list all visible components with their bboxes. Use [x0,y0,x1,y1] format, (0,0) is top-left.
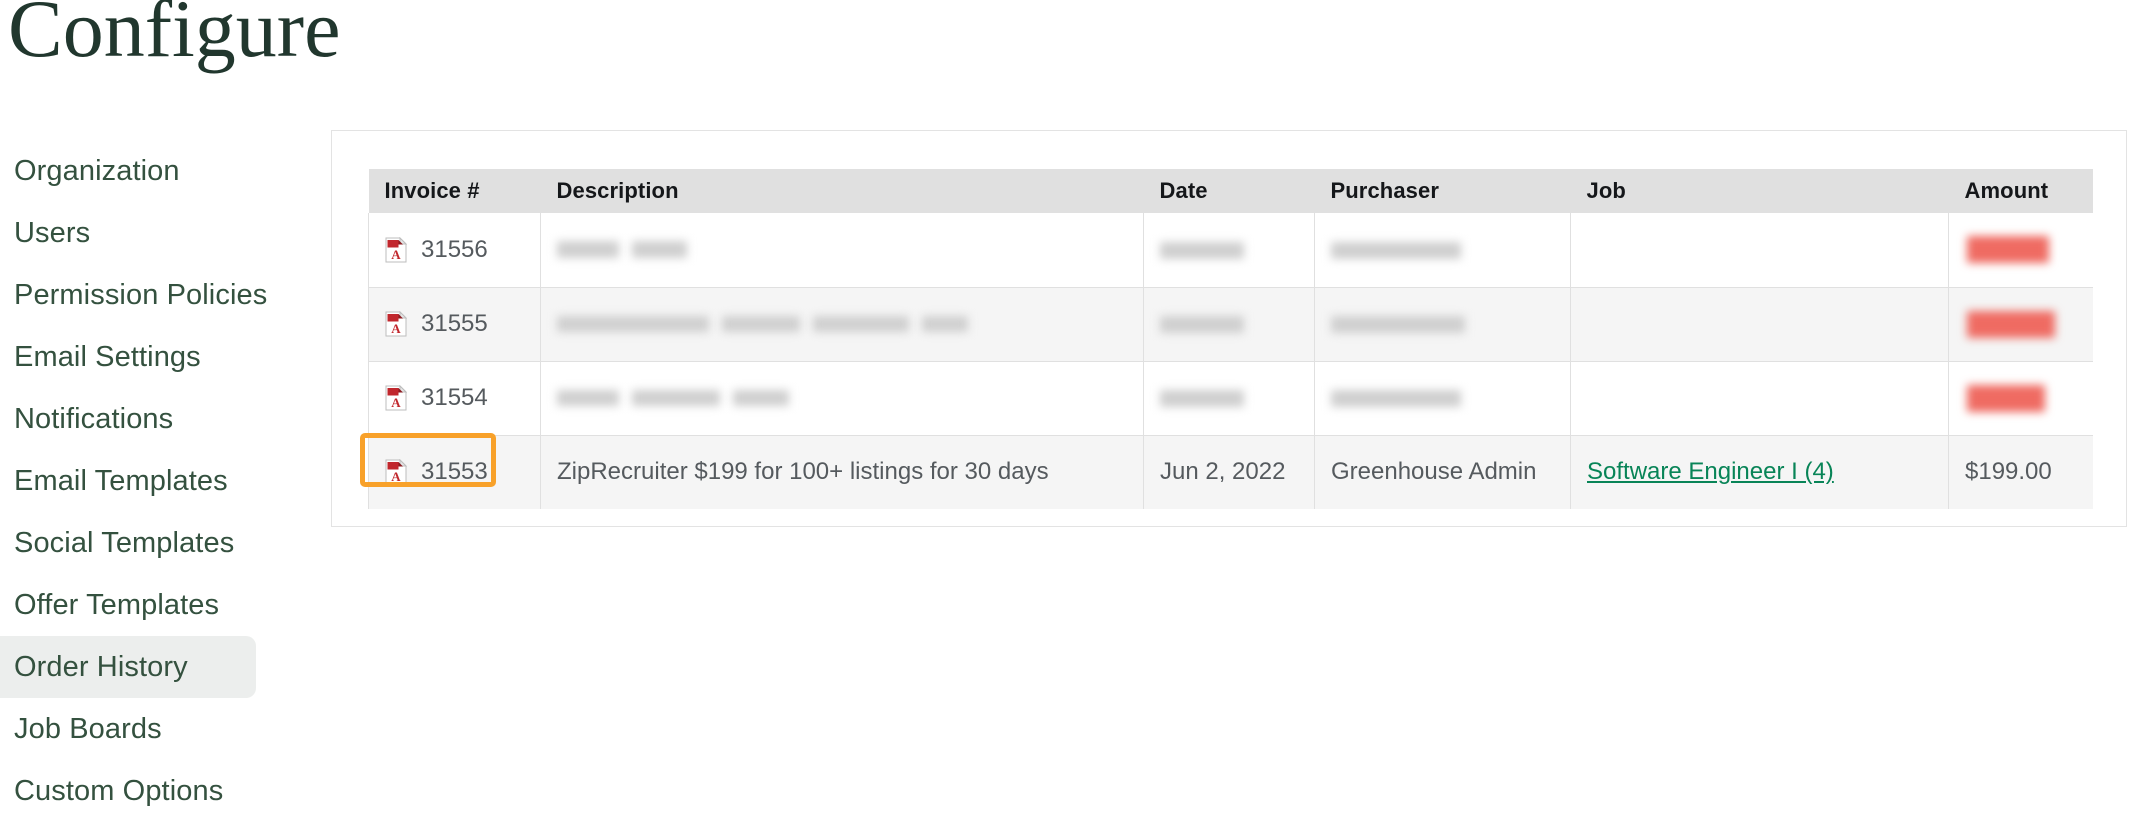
order-history-card: Invoice # Description Date Purchaser Job… [331,130,2127,527]
sidebar-item-permission-policies[interactable]: Permission Policies [0,264,267,326]
invoice-number: 31555 [421,310,488,337]
sidebar-item-label: Users [14,216,91,249]
redacted-purchaser [1331,316,1465,334]
cell-description [540,361,1144,436]
sidebar-item-label: Permission Policies [14,278,268,311]
svg-text:A: A [391,321,401,336]
redacted-date [1160,390,1244,408]
redacted-amount [1967,236,2049,264]
table-row[interactable]: A 31553 ZipRecruiter $199 for 100+ listi… [368,435,2093,509]
svg-text:A: A [391,247,401,262]
cell-invoice[interactable]: A 31556 [368,213,541,288]
sidebar-item-label: Order History [14,650,188,683]
sidebar-item-email-templates[interactable]: Email Templates [0,450,256,512]
sidebar-item-label: Notifications [14,402,174,435]
redacted-amount [1967,384,2045,412]
order-history-table: Invoice # Description Date Purchaser Job… [368,169,2093,509]
table-header-row: Invoice # Description Date Purchaser Job… [368,169,2093,213]
cell-invoice[interactable]: A 31554 [368,361,541,436]
column-header-date: Date [1143,169,1315,213]
redacted-description [557,316,1143,332]
cell-purchaser: Greenhouse Admin [1314,435,1571,509]
column-header-job: Job [1570,169,1949,213]
pdf-icon: A [385,385,407,411]
sidebar-item-label: Social Templates [14,526,235,559]
cell-description: ZipRecruiter $199 for 100+ listings for … [540,435,1144,509]
cell-job [1570,361,1949,436]
sidebar-item-order-history[interactable]: Order History [0,636,256,698]
invoice-number: 31556 [421,235,488,263]
cell-purchaser [1314,361,1571,436]
redacted-date [1160,316,1244,334]
sidebar-item-label: Custom Options [14,774,224,807]
svg-text:A: A [391,469,401,484]
sidebar-item-notifications[interactable]: Notifications [0,388,256,450]
cell-description [540,287,1144,362]
sidebar-nav: Organization Users Permission Policies E… [0,140,267,822]
sidebar-item-organization[interactable]: Organization [0,140,256,202]
cell-job [1570,213,1949,288]
sidebar-item-email-settings[interactable]: Email Settings [0,326,256,388]
cell-amount [1948,287,2093,362]
cell-amount [1948,361,2093,436]
cell-purchaser [1314,287,1571,362]
invoice-number: 31554 [421,384,488,411]
cell-date [1143,287,1315,362]
redacted-description [557,241,1143,259]
cell-date [1143,213,1315,288]
cell-invoice[interactable]: A 31555 [368,287,541,362]
redacted-date [1160,241,1244,259]
column-header-description: Description [540,169,1144,213]
sidebar-item-offer-templates[interactable]: Offer Templates [0,574,256,636]
redacted-purchaser [1331,241,1461,259]
svg-text:A: A [391,395,401,410]
redacted-purchaser [1331,390,1461,408]
sidebar-item-job-boards[interactable]: Job Boards [0,698,256,760]
column-header-purchaser: Purchaser [1314,169,1571,213]
table-row[interactable]: A 31556 [368,213,2093,288]
cell-job [1570,287,1949,362]
cell-amount: $199.00 [1948,435,2093,509]
column-header-invoice: Invoice # [368,169,541,213]
pdf-icon[interactable]: A [385,459,407,485]
cell-purchaser [1314,213,1571,288]
sidebar-item-custom-options[interactable]: Custom Options [0,760,256,822]
column-header-amount: Amount [1948,169,2093,213]
invoice-number: 31553 [421,458,488,486]
job-link[interactable]: Software Engineer I (4) [1587,458,1834,485]
cell-invoice[interactable]: A 31553 [368,435,541,509]
sidebar-item-label: Email Settings [14,340,201,373]
pdf-icon: A [385,311,407,337]
table-row[interactable]: A 31555 [368,287,2093,362]
cell-date: Jun 2, 2022 [1143,435,1315,509]
redacted-description [557,390,1143,406]
page-title: Configure [8,0,341,74]
table-row[interactable]: A 31554 [368,361,2093,436]
pdf-icon: A [385,236,407,263]
sidebar-item-label: Email Templates [14,464,228,497]
redacted-amount [1967,310,2055,338]
cell-job: Software Engineer I (4) [1570,435,1949,509]
cell-date [1143,361,1315,436]
sidebar-item-users[interactable]: Users [0,202,256,264]
sidebar-item-label: Organization [14,154,180,187]
cell-amount [1948,213,2093,288]
sidebar-item-social-templates[interactable]: Social Templates [0,512,256,574]
sidebar-item-label: Job Boards [14,712,162,745]
cell-description [540,213,1144,288]
sidebar-item-label: Offer Templates [14,588,220,621]
